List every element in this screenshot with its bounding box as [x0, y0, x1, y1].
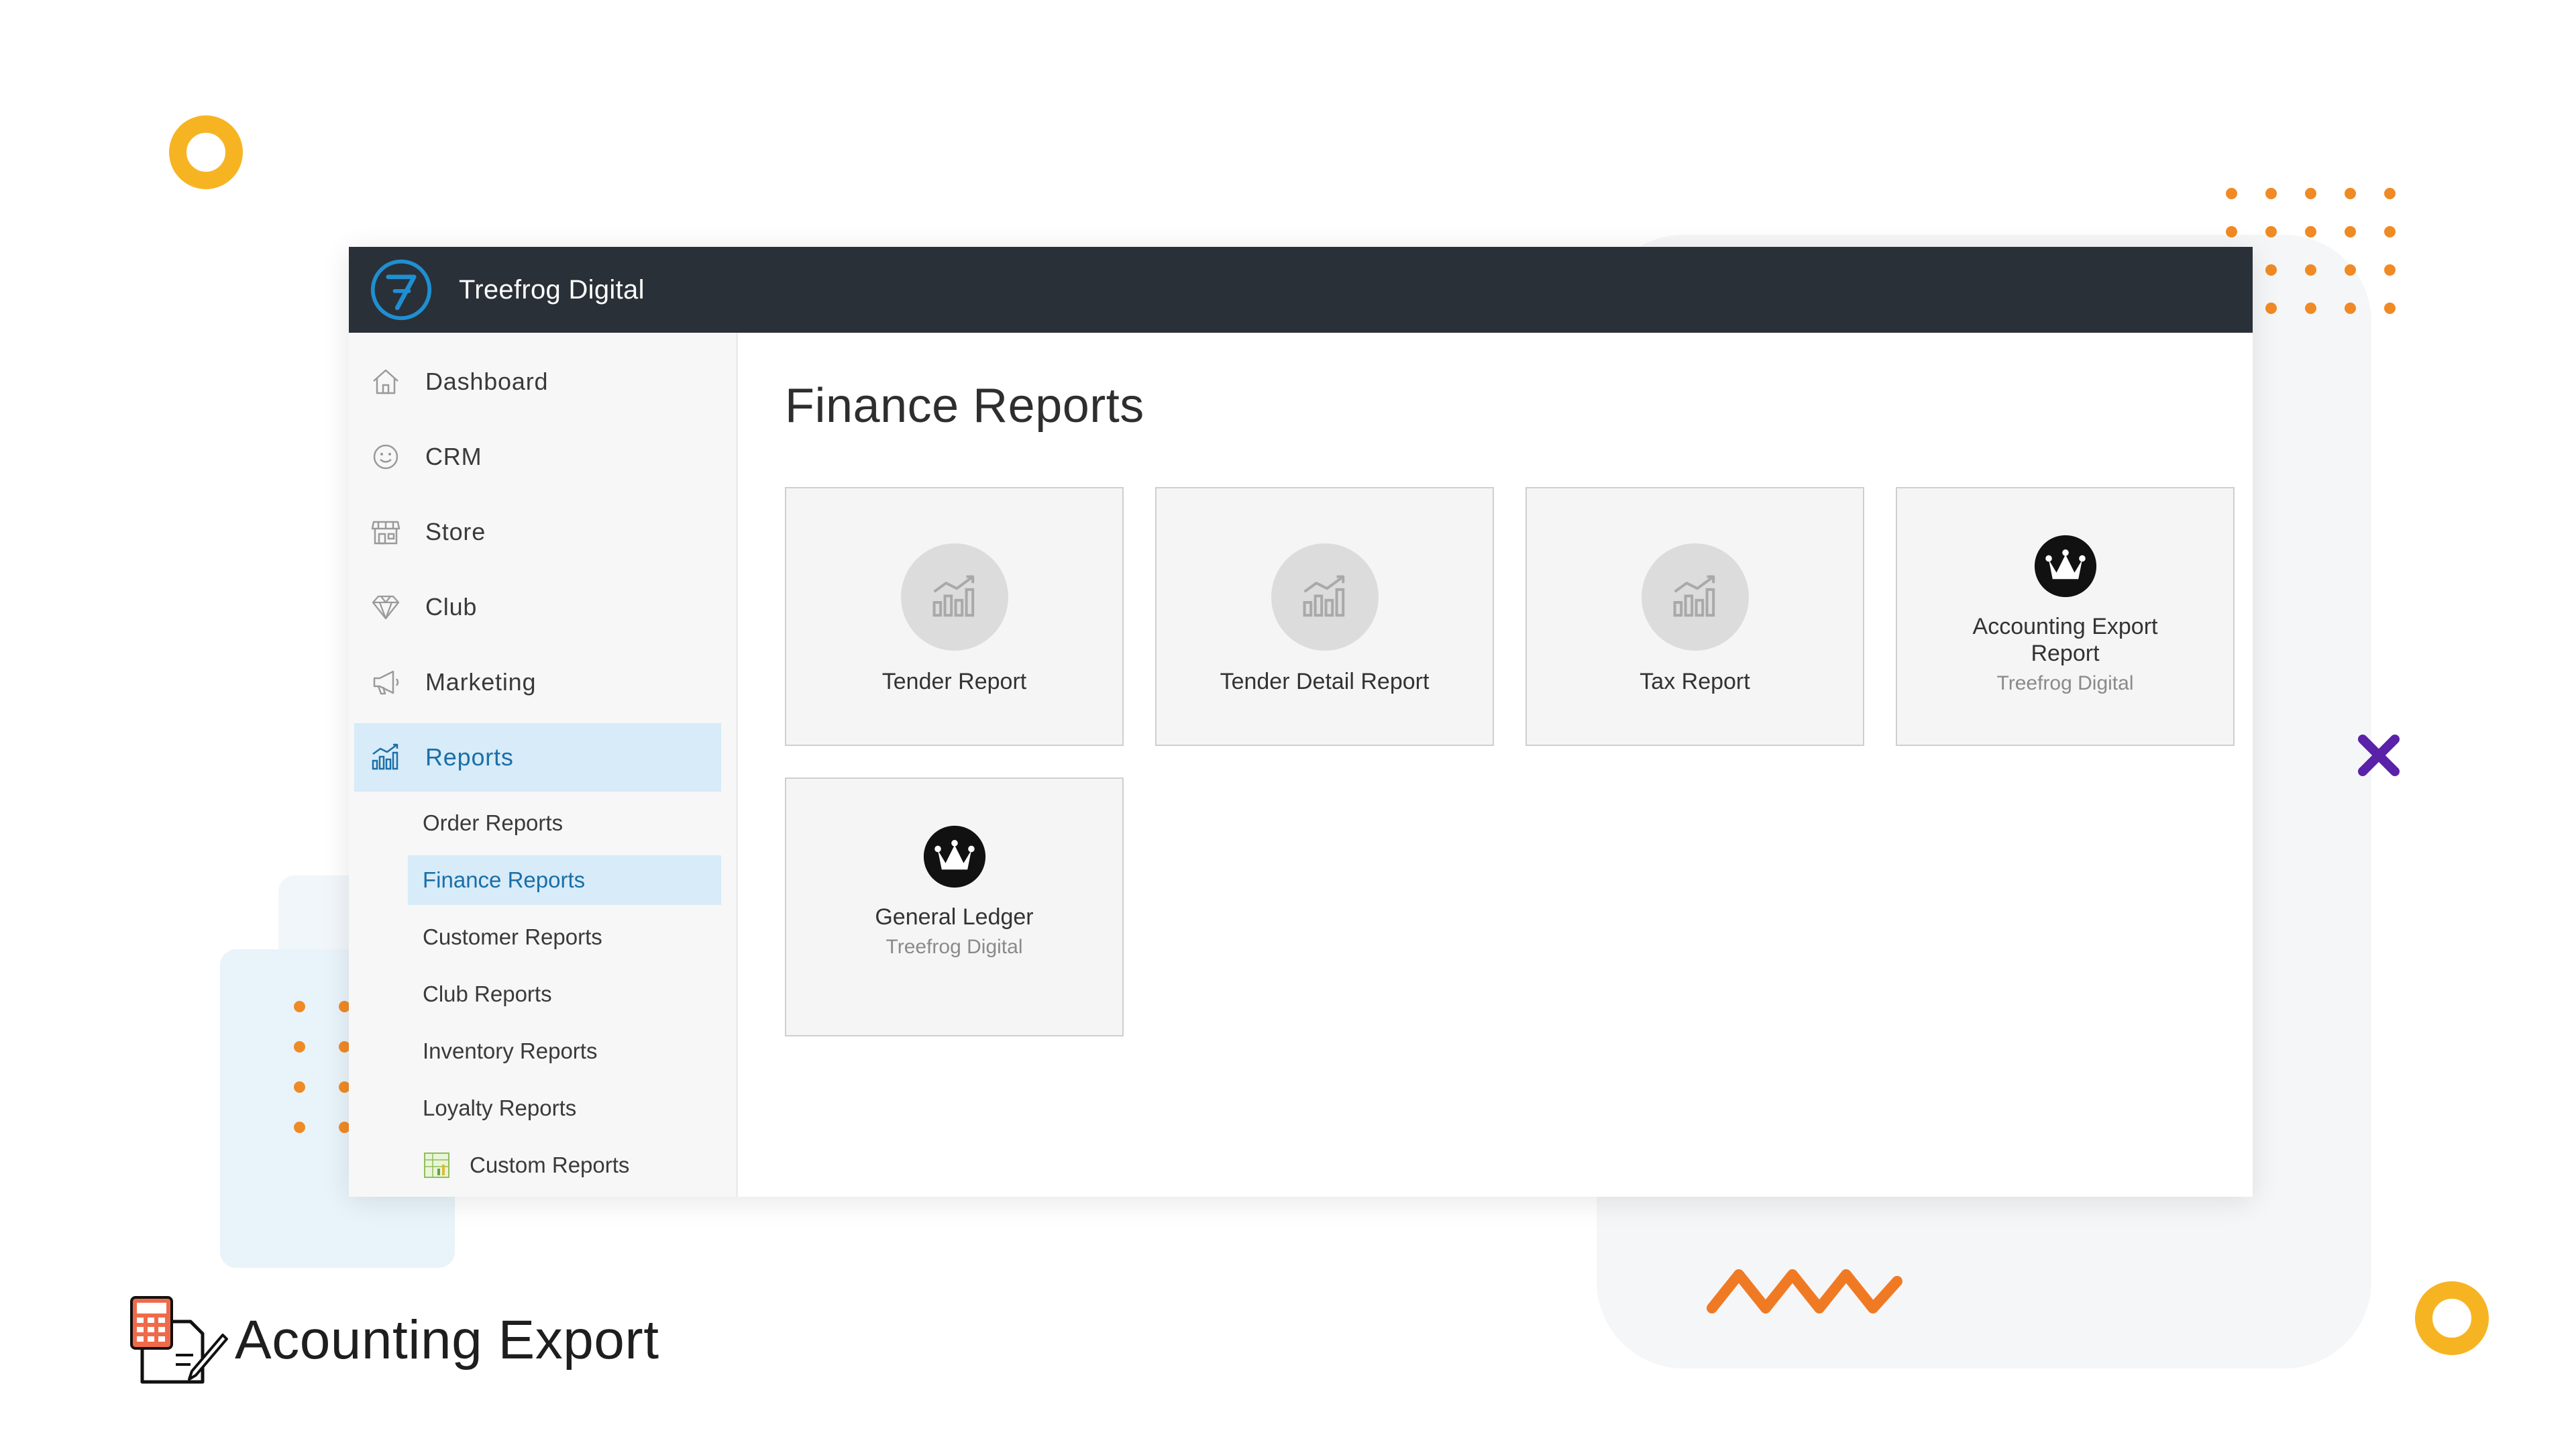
report-card-tender-detail[interactable]: Tender Detail Report — [1155, 487, 1494, 746]
sidebar-item-store[interactable]: Store — [354, 498, 721, 566]
diamond-icon — [372, 595, 400, 620]
crown-logo-icon — [923, 825, 985, 888]
card-icon-circle — [1641, 543, 1749, 651]
top-bar: Treefrog Digital — [349, 247, 2253, 333]
sidebar-item-label: Reports — [425, 743, 514, 771]
reports-submenu: Order Reports Finance Reports Customer R… — [349, 798, 736, 1190]
crown-logo-icon — [2034, 535, 2096, 598]
app-window: Treefrog Digital Dashboard CRM Store Clu… — [349, 247, 2253, 1197]
submenu-label: Custom Reports — [470, 1152, 630, 1177]
submenu-label: Club Reports — [423, 981, 552, 1006]
sidebar-item-club[interactable]: Club — [354, 573, 721, 641]
sidebar-item-label: CRM — [425, 443, 482, 470]
submenu-label: Customer Reports — [423, 924, 602, 949]
caption: Acounting Export — [129, 1295, 659, 1385]
submenu-loyalty-reports[interactable]: Loyalty Reports — [408, 1083, 721, 1133]
sidebar-item-label: Dashboard — [425, 368, 549, 395]
submenu-finance-reports[interactable]: Finance Reports — [408, 855, 721, 905]
sidebar-item-crm[interactable]: CRM — [354, 423, 721, 491]
smiley-face-icon — [373, 444, 398, 470]
calculator-document-icon — [130, 1296, 228, 1384]
card-icon-circle — [1271, 543, 1379, 651]
report-card-tax[interactable]: Tax Report — [1525, 487, 1864, 746]
submenu-label: Order Reports — [423, 810, 564, 835]
submenu-label: Inventory Reports — [423, 1038, 598, 1063]
decor-dot-grid-left — [294, 1001, 350, 1133]
card-icon-circle — [900, 543, 1008, 651]
decor-zigzag-icon — [1707, 1269, 1902, 1313]
report-card-accounting-export[interactable]: Accounting Export Report Treefrog Digita… — [1896, 487, 2235, 746]
treefrog-logo-icon[interactable] — [369, 258, 433, 322]
report-card-grid: Tender Report Tender Detail Report Tax R… — [785, 487, 2253, 1036]
sidebar: Dashboard CRM Store Club Marketing Repor… — [349, 333, 738, 1197]
card-label: Accounting Export Report — [1972, 614, 2158, 666]
submenu-order-reports[interactable]: Order Reports — [408, 798, 721, 848]
sidebar-item-label: Club — [425, 593, 478, 621]
spreadsheet-icon — [424, 1152, 449, 1178]
bar-chart-icon — [372, 743, 398, 770]
sidebar-item-label: Store — [425, 518, 486, 545]
submenu-label: Loyalty Reports — [423, 1095, 577, 1120]
card-label: Tender Report — [881, 669, 1027, 694]
bar-chart-icon — [932, 575, 974, 617]
decor-ring-top-left — [169, 115, 243, 189]
report-card-tender[interactable]: Tender Report — [785, 487, 1124, 746]
caption-text: Acounting Export — [235, 1309, 659, 1371]
submenu-custom-reports[interactable]: Custom Reports — [408, 1140, 721, 1190]
decor-cross-icon — [2358, 735, 2400, 776]
report-card-general-ledger[interactable]: General Ledger Treefrog Digital — [785, 777, 1124, 1036]
submenu-club-reports[interactable]: Club Reports — [408, 969, 721, 1019]
bar-chart-icon — [1303, 575, 1344, 617]
submenu-inventory-reports[interactable]: Inventory Reports — [408, 1026, 721, 1076]
storefront-icon — [371, 521, 400, 545]
home-icon — [373, 369, 398, 394]
bar-chart-icon — [1673, 575, 1715, 617]
card-vendor: Treefrog Digital — [1996, 672, 2134, 694]
submenu-label: Finance Reports — [423, 867, 586, 892]
sidebar-item-dashboard[interactable]: Dashboard — [354, 347, 721, 416]
page-title: Finance Reports — [785, 379, 1144, 433]
decor-ring-bottom-right — [2415, 1281, 2489, 1355]
card-label: General Ledger — [875, 904, 1034, 930]
main-content: Finance Reports Tender Report Tender Det… — [738, 333, 2253, 1197]
card-vendor: Treefrog Digital — [885, 936, 1023, 958]
sidebar-item-label: Marketing — [425, 668, 537, 696]
card-label: Tax Report — [1640, 669, 1750, 694]
megaphone-icon — [373, 670, 399, 695]
submenu-customer-reports[interactable]: Customer Reports — [408, 912, 721, 962]
sidebar-item-marketing[interactable]: Marketing — [354, 648, 721, 716]
sidebar-item-reports[interactable]: Reports — [354, 723, 721, 792]
brand-name: Treefrog Digital — [459, 274, 645, 305]
card-label: Tender Detail Report — [1220, 669, 1430, 694]
